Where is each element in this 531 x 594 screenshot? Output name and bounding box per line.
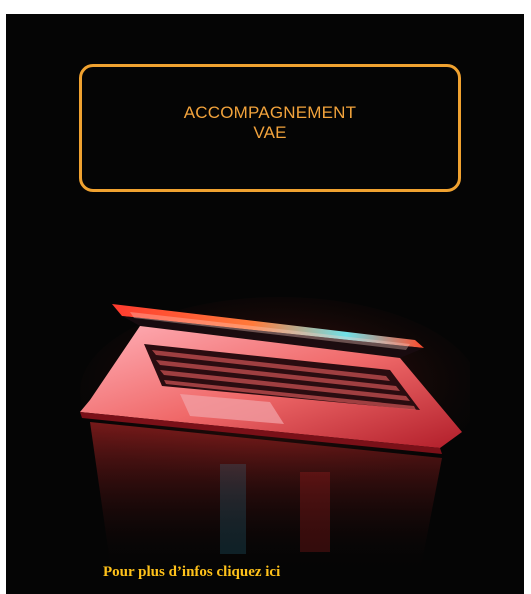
title-frame: ACCOMPAGNEMENT VAE: [79, 64, 461, 192]
title-line-2: VAE: [253, 123, 287, 142]
title-line-1: ACCOMPAGNEMENT: [183, 103, 357, 122]
vae-banner: ACCOMPAGNEMENT VAE Pour plus d’infos cli…: [6, 14, 524, 594]
more-info-link[interactable]: Pour plus d’infos cliquez ici: [103, 564, 280, 581]
laptop-icon: [80, 297, 470, 572]
